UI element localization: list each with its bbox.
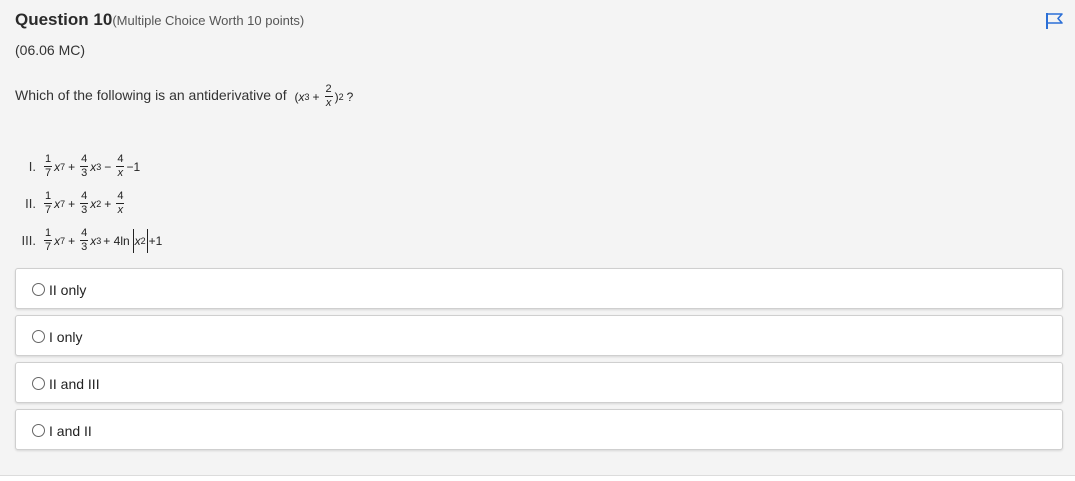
statement-2: II. 17 x7 + 43 x2 + 4x [10,185,162,222]
radio-icon[interactable] [32,330,45,343]
radio-icon[interactable] [32,377,45,390]
statement-expression: 17 x7 + 43 x3 − 4x −1 [44,153,141,179]
question-panel: Question 10(Multiple Choice Worth 10 poi… [0,0,1075,476]
statement-list: I. 17 x7 + 43 x3 − 4x −1 II. 17 x7 + 43 … [10,148,162,259]
option-label: II only [49,282,87,298]
answer-option-3[interactable]: II and III [15,362,1063,403]
statement-expression: 17 x7 + 43 x2 + 4x [44,190,125,216]
prompt-text: Which of the following is an antiderivat… [15,87,287,104]
expr-exp: 3 [304,91,310,102]
abs-bar-right [146,228,148,253]
expr-qmark: ? [346,89,354,104]
question-worth: (Multiple Choice Worth 10 points) [112,13,305,28]
question-prompt: Which of the following is an antiderivat… [15,84,353,109]
option-label: II and III [49,376,100,392]
option-label: I only [49,329,83,345]
answer-option-2[interactable]: I only [15,315,1063,356]
statement-numeral: III. [21,233,36,248]
statement-1: I. 17 x7 + 43 x3 − 4x −1 [10,148,162,185]
question-title: Question 10 [15,10,113,29]
radio-icon[interactable] [32,424,45,437]
abs-bar-left [132,228,134,253]
statement-3: III. 17 x7 + 43 x3 + 4ln x2 +1 [10,222,162,259]
expr-fraction: 2x [324,83,333,109]
question-header: Question 10(Multiple Choice Worth 10 poi… [15,10,304,30]
answer-option-4[interactable]: I and II [15,409,1063,450]
statement-expression: 17 x7 + 43 x3 + 4ln x2 +1 [44,227,163,253]
expr-plus: + [312,89,320,104]
statement-numeral: I. [28,159,36,174]
prompt-expression: (x 3 + 2 x) 2 ? [294,83,354,109]
option-label: I and II [49,423,92,439]
statement-numeral: II. [25,196,36,211]
flag-icon[interactable] [1045,12,1065,30]
answer-option-1[interactable]: II only [15,268,1063,309]
question-code: (06.06 MC) [15,42,86,58]
expr-outer-exp: 2 [338,91,344,102]
radio-icon[interactable] [32,283,45,296]
